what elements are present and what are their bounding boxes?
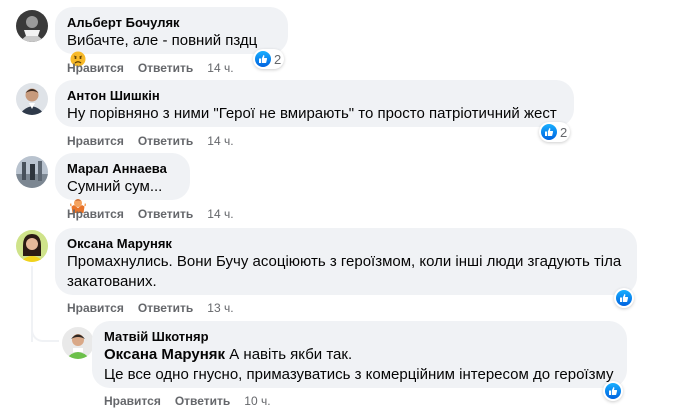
reaction-count[interactable]: 2 — [253, 49, 285, 69]
reaction-count[interactable] — [614, 288, 634, 308]
comment-bubble: Марал Аннаева Сумний сум... — [55, 153, 190, 213]
like-reaction-icon — [605, 383, 621, 399]
reaction-count[interactable] — [603, 381, 623, 401]
comment-timestamp[interactable]: 10 ч. — [244, 393, 270, 409]
reply-bubble: Матвій Шкотняр Оксана Маруняк А навіть я… — [92, 321, 627, 388]
comment-actions: Нравится Ответить 14 ч. — [67, 206, 234, 222]
comment-actions: Нравится Ответить 14 ч. — [67, 60, 234, 76]
reply-button[interactable]: Ответить — [138, 60, 193, 76]
like-reaction-icon — [255, 51, 271, 67]
avatar-image-icon — [16, 230, 48, 262]
reply-thread-curve — [31, 318, 59, 342]
reply-button[interactable]: Ответить — [175, 393, 230, 409]
like-button[interactable]: Нравится — [104, 393, 161, 409]
reaction-count[interactable]: 2 — [539, 122, 571, 142]
comment-timestamp[interactable]: 13 ч. — [207, 300, 233, 316]
reply-button[interactable]: Ответить — [138, 206, 193, 222]
avatar[interactable] — [16, 156, 48, 188]
avatar-image-icon — [16, 10, 48, 42]
like-button[interactable]: Нравится — [67, 133, 124, 149]
avatar[interactable] — [16, 10, 48, 42]
like-button[interactable]: Нравится — [67, 60, 124, 76]
reply-button[interactable]: Ответить — [138, 300, 193, 316]
comment-text-line-1: Промахнулись. Вони Бучу асоціюють з геро… — [67, 253, 622, 270]
avatar[interactable] — [16, 83, 48, 115]
reply-button[interactable]: Ответить — [138, 133, 193, 149]
comment-text-line-1: А навіть якби так. — [229, 346, 353, 363]
reaction-number: 2 — [560, 124, 568, 140]
comment-bubble: Оксана Маруняк Промахнулись. Вони Бучу а… — [55, 228, 637, 295]
comment-author[interactable]: Матвій Шкотняр — [104, 329, 615, 345]
like-reaction-icon — [616, 290, 632, 306]
comment-author[interactable]: Антон Шишкін — [67, 88, 562, 104]
comment-actions: Нравится Ответить 13 ч. — [67, 300, 234, 316]
comment-text-line-2: закатованих. — [67, 273, 157, 290]
comment-actions: Нравится Ответить 10 ч. — [104, 393, 271, 409]
like-button[interactable]: Нравится — [67, 300, 124, 316]
comment-text-line-2: Це все одно гнусно, примазуватись з коме… — [104, 366, 614, 383]
avatar-image-icon — [62, 327, 94, 359]
comment-timestamp[interactable]: 14 ч. — [207, 133, 233, 149]
comment-author[interactable]: Альберт Бочуляк — [67, 15, 276, 31]
comment-author[interactable]: Марал Аннаева — [67, 161, 178, 177]
mention-link[interactable]: Оксана Маруняк — [104, 346, 225, 363]
like-reaction-icon — [541, 124, 557, 140]
comment-text: Вибачте, але - повний пздц — [67, 32, 258, 49]
comment-author[interactable]: Оксана Маруняк — [67, 236, 625, 252]
avatar[interactable] — [16, 230, 48, 262]
avatar-image-icon — [16, 156, 48, 188]
avatar[interactable] — [62, 327, 94, 359]
comment-bubble: Антон Шишкін Ну порівняно з ними "Герої … — [55, 80, 574, 127]
comment-bubble: Альберт Бочуляк Вибачте, але - повний пз… — [55, 7, 288, 67]
comment-text: Ну порівняно з ними "Герої не вмирають" … — [67, 105, 557, 122]
comment-timestamp[interactable]: 14 ч. — [207, 206, 233, 222]
reaction-number: 2 — [274, 51, 282, 67]
comment-actions: Нравится Ответить 14 ч. — [67, 133, 234, 149]
avatar-image-icon — [16, 83, 48, 115]
like-button[interactable]: Нравится — [67, 206, 124, 222]
comment-text: Сумний сум... — [67, 178, 163, 195]
comment-timestamp[interactable]: 14 ч. — [207, 60, 233, 76]
